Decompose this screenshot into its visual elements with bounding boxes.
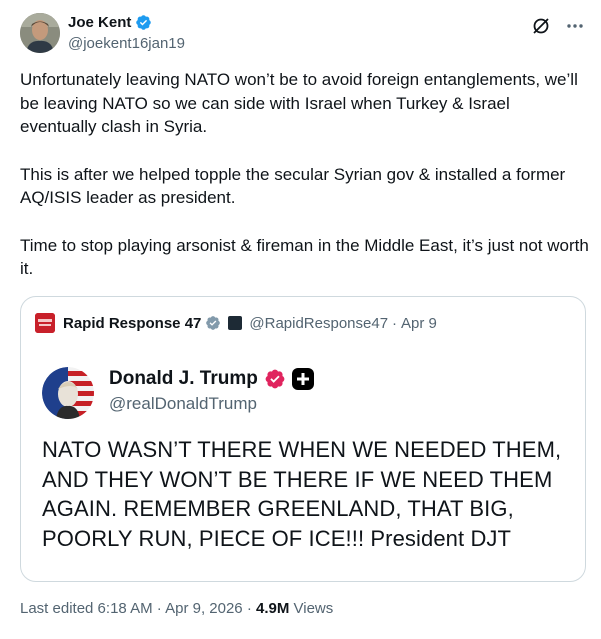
tweet: Joe Kent @joekent16jan19 Unfortunately l… (0, 0, 601, 639)
quoted-author-avatar[interactable] (35, 313, 55, 333)
tweet-paragraph: This is after we helped topple the secul… (20, 164, 566, 208)
quoted-tweet[interactable]: Rapid Response 47 @RapidResponse47 · Apr… (20, 296, 586, 582)
tweet-paragraph: Time to stop playing arsonist & fireman … (20, 235, 589, 279)
plus-badge-icon (291, 368, 314, 390)
more-dots-icon[interactable] (565, 16, 585, 36)
edited-timestamp[interactable]: Last edited 6:18 AM · Apr 9, 2026 · (20, 600, 256, 617)
pink-verified-badge-icon (265, 369, 285, 389)
tweet-paragraph: Unfortunately leaving NATO won’t be to a… (20, 70, 578, 136)
verified-badge-icon (136, 15, 152, 30)
author-name-label: Joe Kent (68, 14, 132, 31)
tweet-meta: Last edited 6:18 AM · Apr 9, 2026 · 4.9M… (20, 600, 333, 617)
tweet-actions (531, 16, 585, 36)
author-avatar[interactable] (20, 13, 60, 53)
author-name[interactable]: Joe Kent (68, 14, 152, 31)
author-handle[interactable]: @joekent16jan19 (68, 35, 185, 52)
separator-dot: · (392, 314, 398, 332)
quoted-author-name[interactable]: Rapid Response 47 (63, 315, 201, 332)
tweet-text: Unfortunately leaving NATO won’t be to a… (20, 68, 590, 281)
quoted-tweet-header: Rapid Response 47 @RapidResponse47 · Apr… (35, 313, 437, 333)
grok-slash-icon[interactable] (531, 16, 551, 36)
quoted-tweet-date[interactable]: Apr 9 (401, 315, 437, 332)
views-count: 4.9M (255, 600, 290, 617)
inner-author-handle: @realDonaldTrump (109, 394, 257, 413)
gray-verified-badge-icon (206, 316, 221, 330)
quoted-author-handle[interactable]: @RapidResponse47 (249, 315, 388, 332)
views-label: Views (289, 600, 334, 617)
inner-post-text: NATO WASN’T THERE WHEN WE NEEDED THEM, A… (42, 437, 562, 551)
inner-author-avatar (42, 367, 94, 419)
affiliation-badge-icon (228, 316, 243, 330)
inner-author-name: Donald J. Trump (109, 368, 314, 390)
inner-author-name-label: Donald J. Trump (109, 368, 258, 389)
